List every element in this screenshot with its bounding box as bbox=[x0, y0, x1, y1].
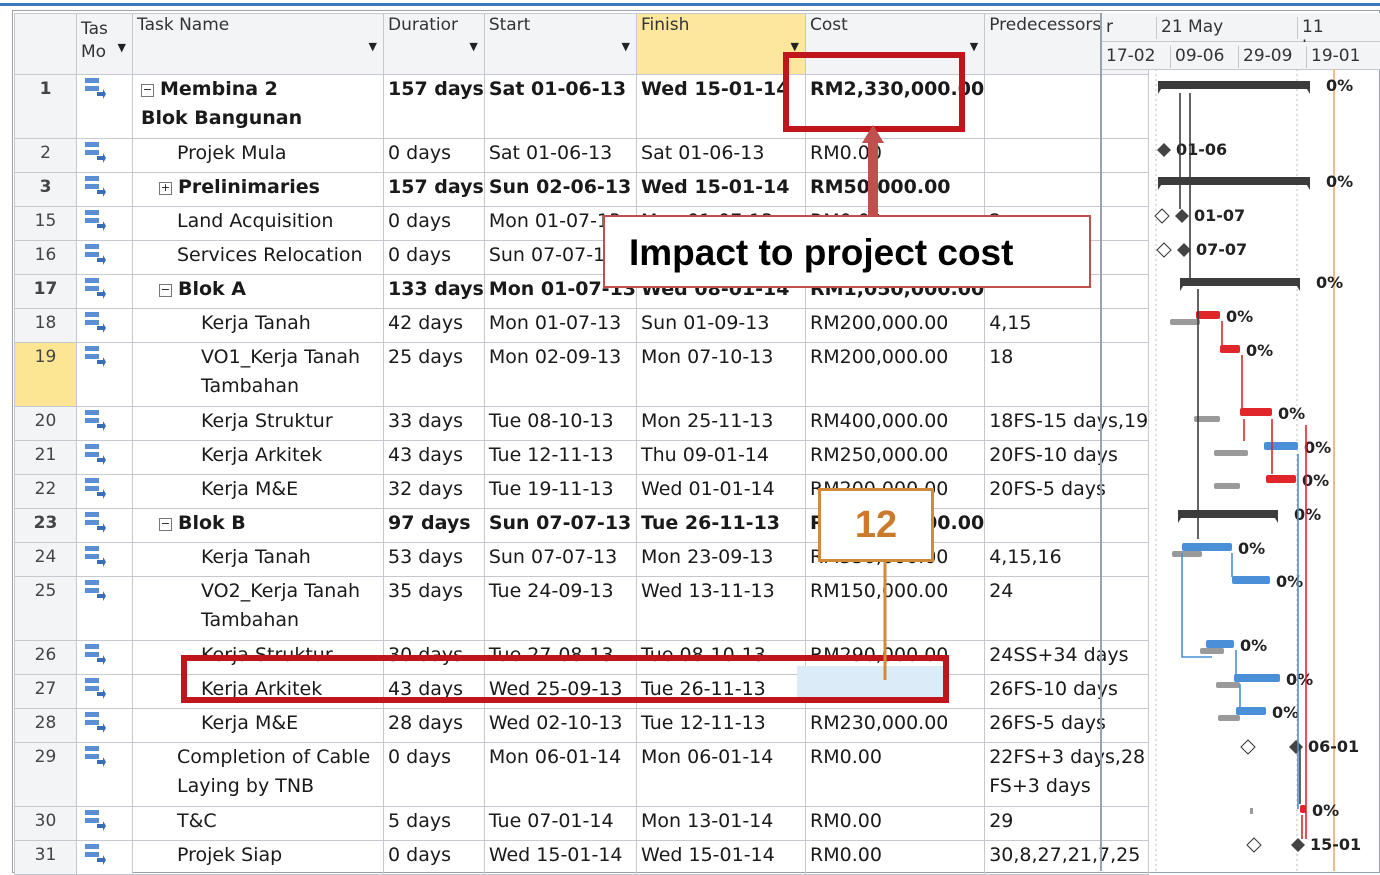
impact-callout: Impact to project cost bbox=[603, 215, 1091, 288]
arrow-up-icon bbox=[862, 125, 884, 215]
annotation-arrows bbox=[862, 125, 887, 680]
step-number-bubble: 12 bbox=[818, 488, 934, 562]
